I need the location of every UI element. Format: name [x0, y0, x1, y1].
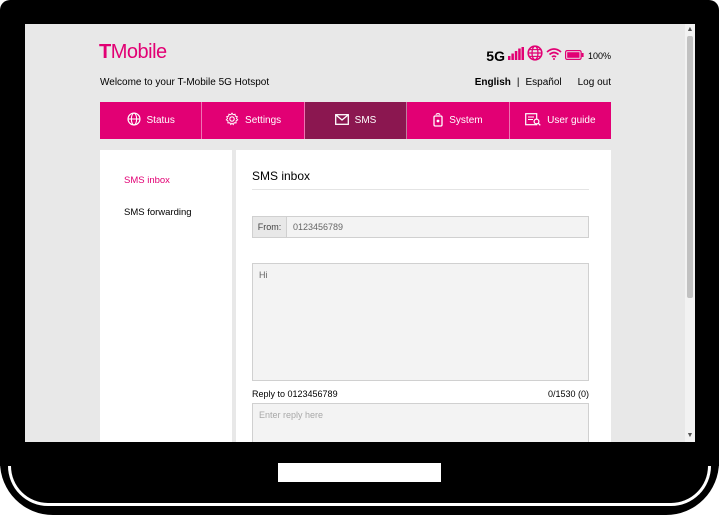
tab-user-guide[interactable]: User guide — [510, 102, 611, 139]
tab-label: Settings — [245, 115, 282, 126]
title-divider — [252, 189, 589, 190]
tab-label: Status — [146, 115, 175, 126]
battery-percent: 100% — [587, 50, 611, 61]
tab-status[interactable]: Status — [100, 102, 203, 139]
from-value: 0123456789 — [287, 217, 588, 237]
content-panel: SMS inbox From: 0123456789 Hi Reply to 0… — [236, 150, 611, 442]
sidebar-item-sms-inbox[interactable]: SMS inbox — [124, 175, 170, 186]
vertical-scrollbar[interactable]: ▲ ▼ — [685, 24, 695, 442]
sidebar-item-sms-forwarding[interactable]: SMS forwarding — [124, 207, 192, 218]
language-bar: English | Español Log out — [475, 77, 611, 88]
device-icon — [433, 112, 443, 130]
tab-sms[interactable]: SMS — [304, 102, 408, 139]
book-icon — [525, 112, 541, 129]
from-field: From: 0123456789 — [252, 216, 589, 238]
welcome-text: Welcome to your T-Mobile 5G Hotspot — [100, 77, 270, 88]
logout-link[interactable]: Log out — [578, 77, 611, 88]
message-body: Hi — [252, 263, 589, 381]
battery-icon — [564, 47, 584, 65]
gear-icon — [225, 112, 239, 129]
page-title: SMS inbox — [252, 169, 311, 183]
reply-label: Reply to 0123456789 — [252, 389, 338, 399]
network-type: 5G — [486, 47, 505, 64]
tab-settings[interactable]: Settings — [202, 102, 305, 139]
tab-label: System — [449, 115, 483, 126]
device-notch — [275, 463, 444, 485]
language-english-link[interactable]: English — [475, 77, 511, 88]
tab-label: User guide — [547, 115, 596, 126]
screen: TMobile 5G 100% Welcome to your T-Mobile… — [25, 24, 695, 442]
globe-icon — [527, 45, 543, 66]
scroll-down-icon[interactable]: ▼ — [685, 431, 695, 441]
status-bar: 5G 100% — [486, 45, 611, 66]
tmobile-logo: TMobile — [99, 41, 167, 63]
envelope-icon — [334, 113, 349, 128]
reply-char-count: 0/1530 (0) — [547, 389, 589, 399]
tab-system[interactable]: System — [407, 102, 510, 139]
scroll-thumb[interactable] — [687, 36, 693, 298]
scroll-up-icon[interactable]: ▲ — [685, 25, 695, 35]
main-nav: Status Settings SMS System User guide — [100, 102, 611, 139]
sidebar: SMS inbox SMS forwarding — [100, 150, 232, 442]
signal-bars-icon — [507, 46, 524, 65]
globe-icon — [126, 112, 141, 129]
language-spanish-link[interactable]: Español — [525, 77, 561, 88]
tab-label: SMS — [354, 115, 377, 126]
reply-input[interactable] — [252, 403, 589, 442]
wifi-icon — [546, 47, 562, 65]
language-separator: | — [516, 77, 520, 88]
from-label: From: — [253, 217, 287, 237]
